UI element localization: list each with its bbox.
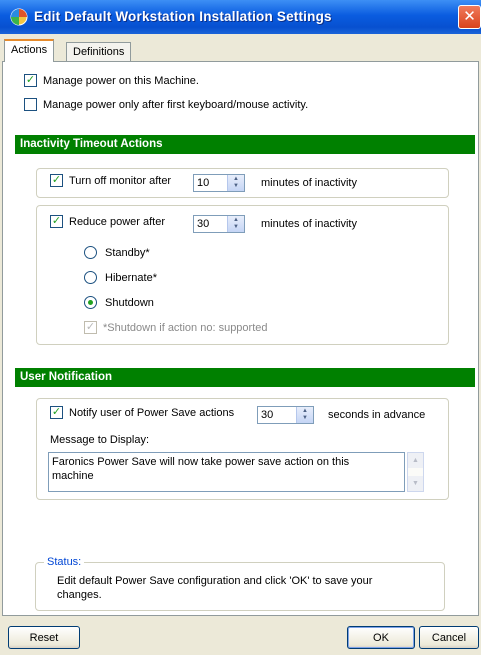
reduce-minutes-value[interactable]: 30 xyxy=(194,216,227,232)
monitor-row: ✓ Turn off monitor after xyxy=(50,174,171,187)
tab-definitions[interactable]: Definitions xyxy=(66,42,132,62)
reduce-power-label: Reduce power after xyxy=(69,215,165,228)
spinner-arrows[interactable]: ▲ ▼ xyxy=(296,407,313,423)
notify-spinner-row: 30 ▲ ▼ seconds in advance xyxy=(257,406,425,424)
monitor-minutes-value[interactable]: 10 xyxy=(194,175,227,191)
notify-label: Notify user of Power Save actions xyxy=(69,406,235,419)
notify-seconds-value[interactable]: 30 xyxy=(258,407,296,423)
radio-shutdown-label: Shutdown xyxy=(105,296,154,309)
scroll-up-icon[interactable]: ▲ xyxy=(408,453,423,468)
reset-button[interactable]: Reset xyxy=(8,626,80,649)
status-label: Status: xyxy=(44,556,85,568)
close-icon: ✕ xyxy=(463,8,476,25)
message-label: Message to Display: xyxy=(50,434,150,446)
spinner-arrows[interactable]: ▲ ▼ xyxy=(227,216,244,232)
notify-checkbox[interactable]: ✓ xyxy=(50,406,63,419)
reduce-suffix: minutes of inactivity xyxy=(261,218,357,230)
radio-hibernate-row: Hibernate* xyxy=(84,271,157,284)
radio-standby[interactable] xyxy=(84,246,97,259)
scroll-down-icon[interactable]: ▼ xyxy=(408,476,423,491)
window-title: Edit Default Workstation Installation Se… xyxy=(34,9,332,24)
monitor-suffix: minutes of inactivity xyxy=(261,177,357,189)
monitor-checkbox[interactable]: ✓ xyxy=(50,174,63,187)
radio-shutdown-row: Shutdown xyxy=(84,296,154,309)
down-arrow-icon: ▼ xyxy=(233,224,239,230)
radio-selected-dot xyxy=(88,300,93,305)
shutdown-note-label: *Shutdown if action no: supported xyxy=(103,321,268,334)
reduce-spinner-row: 30 ▲ ▼ minutes of inactivity xyxy=(193,215,357,233)
reduce-minutes-stepper[interactable]: 30 ▲ ▼ xyxy=(193,215,245,233)
message-line-1: Faronics Power Save will now take power … xyxy=(52,456,350,468)
title-bar: Edit Default Workstation Installation Se… xyxy=(0,0,481,34)
check-icon: ✓ xyxy=(25,74,36,86)
tab-bar: Actions Definitions xyxy=(0,38,481,62)
reduce-power-row: ✓ Reduce power after xyxy=(50,215,165,228)
manage-after-activity-label: Manage power only after first keyboard/m… xyxy=(43,98,309,111)
notify-seconds-stepper[interactable]: 30 ▲ ▼ xyxy=(257,406,314,424)
up-arrow-icon: ▲ xyxy=(233,176,239,182)
notify-row: ✓ Notify user of Power Save actions xyxy=(50,406,234,419)
monitor-label: Turn off monitor after xyxy=(69,174,172,187)
radio-hibernate-label: Hibernate* xyxy=(105,271,157,284)
spinner-arrows[interactable]: ▲ ▼ xyxy=(227,175,244,191)
status-line-1: Edit default Power Save configuration an… xyxy=(57,575,373,587)
inactivity-section-header: Inactivity Timeout Actions xyxy=(15,135,475,154)
status-line-2: changes. xyxy=(57,589,102,601)
close-button[interactable]: ✕ xyxy=(458,5,481,29)
radio-hibernate[interactable] xyxy=(84,271,97,284)
check-icon: ✓ xyxy=(51,174,62,186)
monitor-minutes-stepper[interactable]: 10 ▲ ▼ xyxy=(193,174,245,192)
app-icon xyxy=(10,8,28,26)
manage-power-label: Manage power on this Machine. xyxy=(43,74,199,87)
manage-after-activity-row: Manage power only after first keyboard/m… xyxy=(24,98,308,111)
tab-actions[interactable]: Actions xyxy=(4,39,55,62)
down-arrow-icon: ▼ xyxy=(302,415,308,421)
manage-power-checkbox[interactable]: ✓ xyxy=(24,74,37,87)
radio-shutdown[interactable] xyxy=(84,296,97,309)
manage-power-row: ✓ Manage power on this Machine. xyxy=(24,74,199,87)
message-line-2: machine xyxy=(52,470,94,482)
manage-after-activity-checkbox[interactable] xyxy=(24,98,37,111)
radio-standby-label: Standby* xyxy=(105,246,150,259)
tab-definitions-label: Definitions xyxy=(73,46,125,58)
reduce-power-checkbox[interactable]: ✓ xyxy=(50,215,63,228)
check-icon: ✓ xyxy=(85,321,96,333)
tab-actions-label: Actions xyxy=(11,44,48,56)
radio-standby-row: Standby* xyxy=(84,246,150,259)
notification-section-header: User Notification xyxy=(15,368,475,387)
shutdown-note-row: ✓ *Shutdown if action no: supported xyxy=(84,321,268,334)
monitor-spinner-row: 10 ▲ ▼ minutes of inactivity xyxy=(193,174,357,192)
ok-button[interactable]: OK xyxy=(347,626,415,649)
message-scrollbar[interactable]: ▲ ▼ xyxy=(407,452,424,492)
up-arrow-icon: ▲ xyxy=(302,408,308,414)
message-textarea[interactable]: Faronics Power Save will now take power … xyxy=(48,452,405,492)
check-icon: ✓ xyxy=(51,215,62,227)
notify-suffix: seconds in advance xyxy=(328,409,426,421)
check-icon: ✓ xyxy=(51,406,62,418)
cancel-button[interactable]: Cancel xyxy=(419,626,479,649)
down-arrow-icon: ▼ xyxy=(233,183,239,189)
shutdown-note-checkbox: ✓ xyxy=(84,321,97,334)
status-message: Edit default Power Save configuration an… xyxy=(57,574,437,602)
up-arrow-icon: ▲ xyxy=(233,217,239,223)
